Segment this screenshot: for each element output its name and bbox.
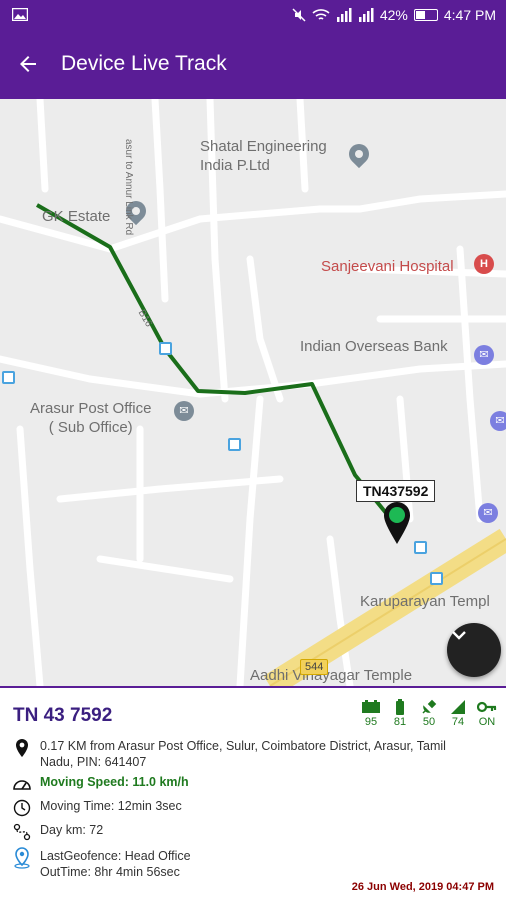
route-number-badge: 544	[300, 659, 329, 675]
status-bar: 42% 4:47 PM	[0, 0, 506, 30]
post-office-icon: ✉	[174, 401, 194, 421]
last-update-timestamp: 26 Jun Wed, 2019 04:47 PM	[351, 881, 494, 893]
speed-row: Moving Speed: 11.0 km/h	[12, 774, 189, 794]
bus-stop-icon	[159, 342, 172, 355]
stat-value: 74	[451, 716, 465, 728]
map-label-gk-estate: GK Estate	[42, 208, 111, 225]
bus-stop-icon	[414, 541, 427, 554]
moving-speed: Moving Speed: 11.0 km/h	[40, 775, 189, 789]
stat-satellite: 50	[416, 698, 442, 728]
signal-icon	[451, 700, 465, 714]
geofence-row: LastGeofence: Head Office OutTime: 8hr 4…	[12, 847, 191, 880]
satellite-icon	[422, 699, 437, 714]
speedometer-icon	[13, 780, 31, 790]
geofence-info: LastGeofence: Head Office OutTime: 8hr 4…	[40, 848, 191, 880]
vehicle-info-panel: TN 43 7592 95 81 50 74 ON 0.17 KM from A…	[0, 686, 506, 900]
chevron-down-icon	[452, 631, 466, 640]
battery-icon	[413, 9, 438, 21]
moving-time: Moving Time: 12min 3sec	[40, 799, 182, 813]
stat-battery: 95	[358, 698, 384, 728]
back-arrow-icon[interactable]	[16, 52, 40, 76]
building-icon: ✉	[478, 503, 498, 523]
map-label-arasur-post-office: Arasur Post Office ( Sub Office)	[30, 400, 152, 436]
map-label-iob: Indian Overseas Bank	[300, 338, 448, 355]
signal-icon	[336, 8, 352, 22]
wifi-icon	[312, 9, 330, 20]
vehicle-marker-icon[interactable]	[384, 502, 410, 544]
signal-icon	[358, 8, 374, 22]
image-notification-icon	[12, 8, 28, 21]
stat-power: 81	[387, 698, 413, 728]
app-bar: Device Live Track	[0, 30, 506, 99]
map-view[interactable]: Shatal Engineering India P.Ltd GK Estate…	[0, 99, 506, 686]
status-icons: 42% 4:47 PM	[292, 7, 496, 23]
stat-signal: 74	[445, 698, 471, 728]
stat-ignition: ON	[474, 698, 500, 728]
clock: 4:47 PM	[443, 7, 496, 23]
map-label-shatal: Shatal Engineering India P.Ltd	[200, 138, 327, 174]
vehicle-marker-label: TN437592	[356, 480, 436, 502]
bus-stop-icon	[228, 438, 241, 451]
geofence-icon	[14, 847, 30, 869]
out-time: OutTime: 8hr 4min 56sec	[40, 865, 180, 879]
clock-icon	[13, 799, 31, 817]
stat-value: 95	[364, 716, 378, 728]
map-label-road-annur: asur to Annur Link Rd	[123, 139, 134, 236]
map-label-karuparayan: Karuparayan Templ	[360, 593, 490, 610]
collapse-button[interactable]	[447, 623, 501, 677]
stat-value: 50	[422, 716, 436, 728]
device-stats: 95 81 50 74 ON	[358, 698, 500, 728]
bus-stop-icon	[430, 572, 443, 585]
building-icon: ✉	[490, 411, 506, 431]
day-km: Day km: 72	[40, 823, 104, 837]
map-label-aadhi: Aadhi Vinayagar Temple	[250, 667, 413, 684]
day-km-row: Day km: 72	[12, 822, 103, 842]
bus-stop-icon	[2, 371, 15, 384]
route-distance-icon	[13, 823, 31, 841]
bank-icon: ✉	[474, 345, 494, 365]
page-title: Device Live Track	[61, 52, 227, 75]
address-text: 0.17 KM from Arasur Post Office, Sulur, …	[40, 739, 446, 769]
map-label-sanjeevani: Sanjeevani Hospital	[321, 258, 454, 275]
battery-icon	[362, 700, 380, 713]
address-row: 0.17 KM from Arasur Post Office, Sulur, …	[12, 738, 472, 770]
vehicle-number: TN 43 7592	[13, 705, 113, 726]
battery-percent: 42%	[379, 7, 408, 23]
power-bar-icon	[396, 699, 404, 715]
stat-value: 81	[393, 716, 407, 728]
stat-value: ON	[478, 716, 496, 728]
mute-icon	[292, 8, 306, 22]
hospital-icon: H	[474, 254, 494, 274]
key-icon	[477, 701, 497, 713]
last-geofence: LastGeofence: Head Office	[40, 849, 191, 863]
moving-time-row: Moving Time: 12min 3sec	[12, 798, 182, 818]
location-pin-icon	[16, 739, 28, 757]
